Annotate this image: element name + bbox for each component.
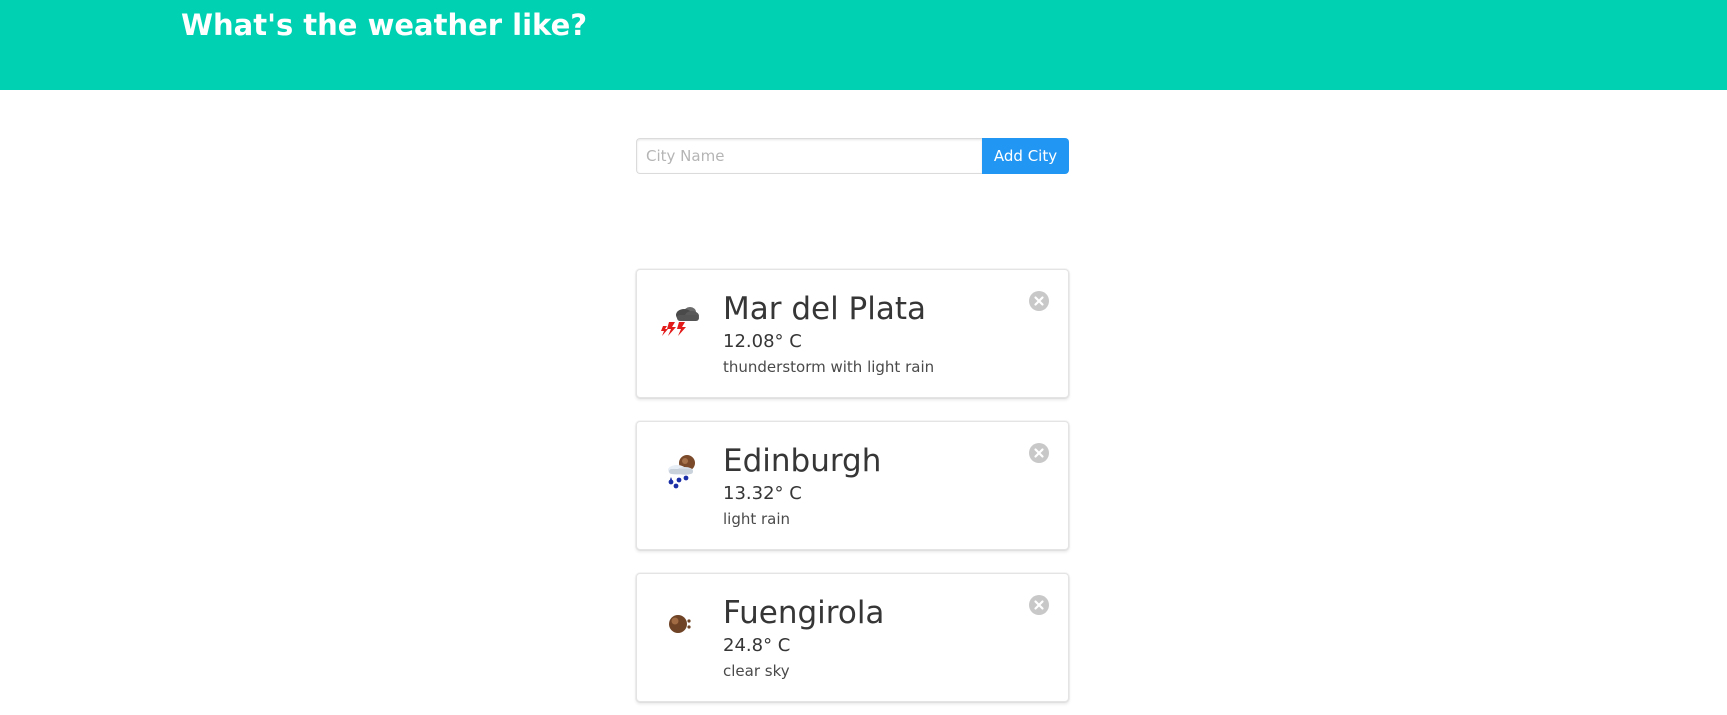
remove-city-button[interactable] (1029, 291, 1049, 311)
close-icon (1034, 296, 1044, 306)
city-temperature: 24.8° C (723, 635, 791, 656)
close-icon (1034, 448, 1044, 458)
add-city-button[interactable]: Add City (982, 138, 1069, 174)
city-description: light rain (723, 510, 791, 528)
weather-card: Fuengirola 24.8° C clear sky (636, 573, 1069, 702)
city-temperature: 13.32° C (723, 483, 802, 504)
weather-card: Mar del Plata 12.08° C thunderstorm with… (636, 269, 1069, 398)
add-city-form: Add City (636, 138, 1069, 174)
thunderstorm-icon (659, 298, 703, 342)
city-name: Mar del Plata (723, 291, 927, 327)
hero-header: What's the weather like? (0, 0, 1727, 90)
city-name: Fuengirola (723, 595, 885, 631)
light-rain-icon (659, 450, 703, 494)
remove-city-button[interactable] (1029, 595, 1049, 615)
city-description: thunderstorm with light rain (723, 358, 935, 376)
city-description: clear sky (723, 662, 790, 680)
page-title: What's the weather like? (181, 8, 588, 42)
close-icon (1034, 600, 1044, 610)
city-name: Edinburgh (723, 443, 882, 479)
remove-city-button[interactable] (1029, 443, 1049, 463)
weather-card: Edinburgh 13.32° C light rain (636, 421, 1069, 550)
clear-sky-icon (659, 602, 703, 646)
city-name-input[interactable] (636, 138, 982, 174)
city-temperature: 12.08° C (723, 331, 802, 352)
